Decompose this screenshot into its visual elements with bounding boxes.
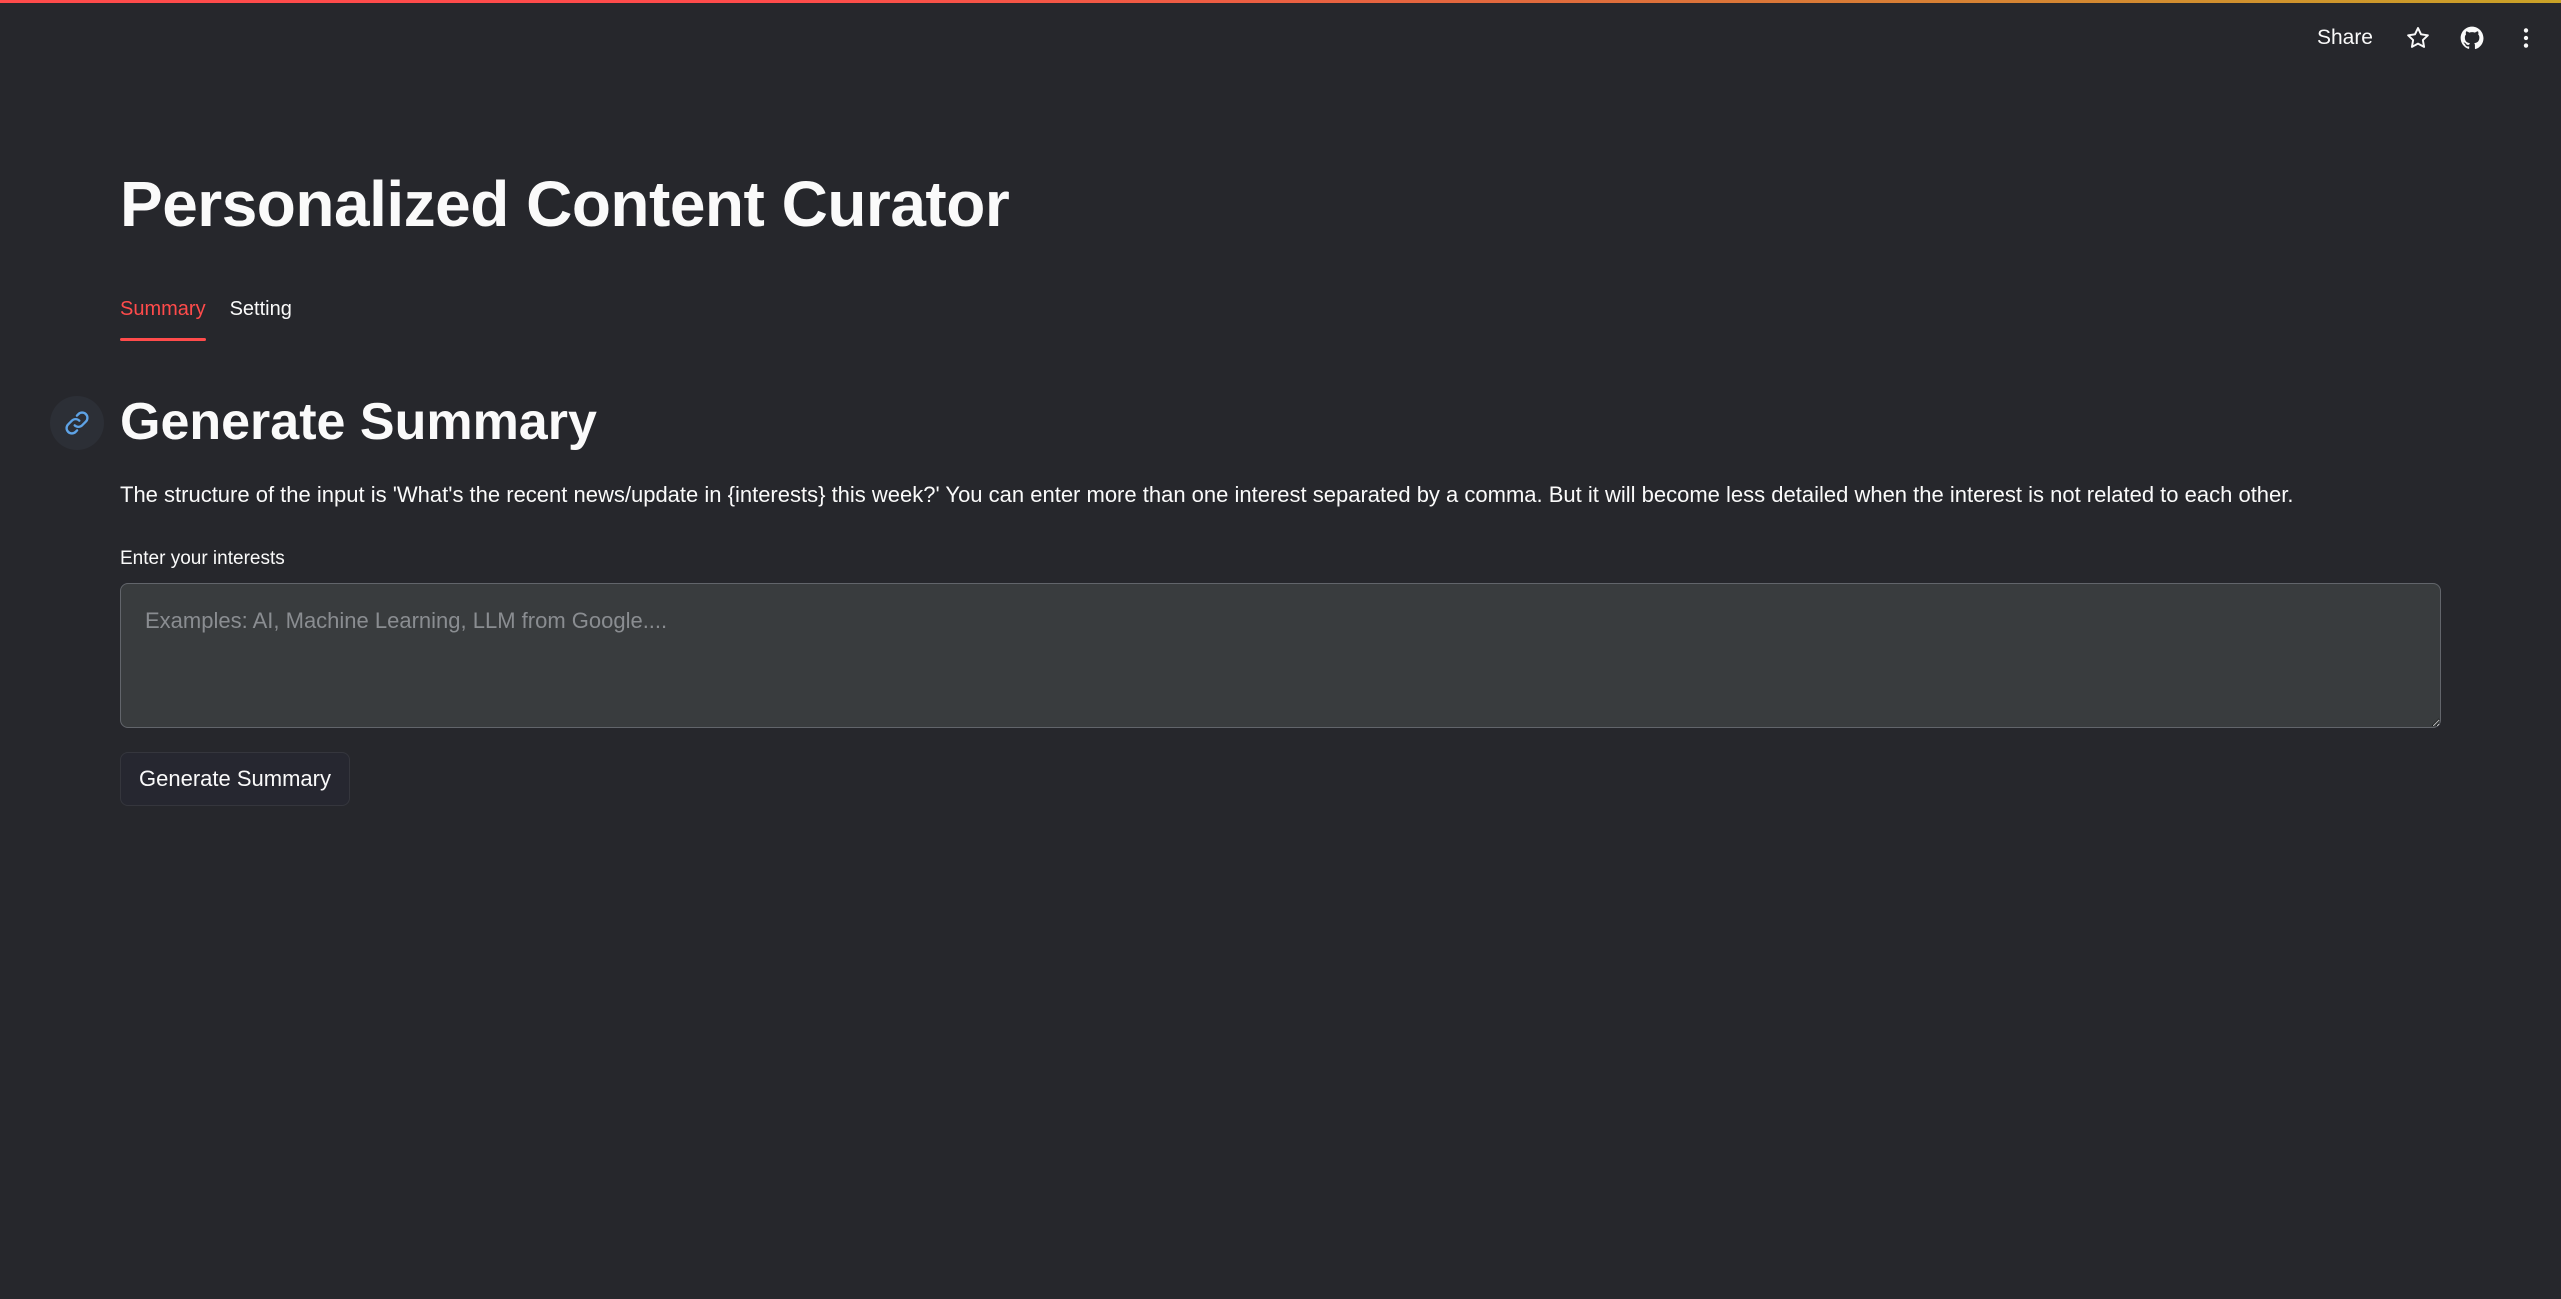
interests-input[interactable] (120, 583, 2441, 728)
kebab-menu-icon[interactable] (2509, 21, 2543, 55)
section-heading: Generate Summary (120, 393, 597, 451)
tab-bar: Summary Setting (120, 292, 292, 342)
share-button[interactable]: Share (2309, 22, 2381, 54)
interests-input-wrapper (120, 583, 2441, 728)
page-title: Personalized Content Curator (120, 168, 1010, 240)
tab-setting[interactable]: Setting (230, 292, 292, 342)
tab-summary[interactable]: Summary (120, 292, 206, 342)
generate-summary-button[interactable]: Generate Summary (120, 752, 350, 806)
app-toolbar: Share (2309, 18, 2543, 58)
top-decoration-bar (0, 0, 2561, 3)
interests-label: Enter your interests (120, 548, 285, 569)
link-icon[interactable] (50, 396, 104, 450)
section-description: The structure of the input is 'What's th… (120, 482, 2294, 507)
star-icon[interactable] (2401, 21, 2435, 55)
github-icon[interactable] (2455, 21, 2489, 55)
